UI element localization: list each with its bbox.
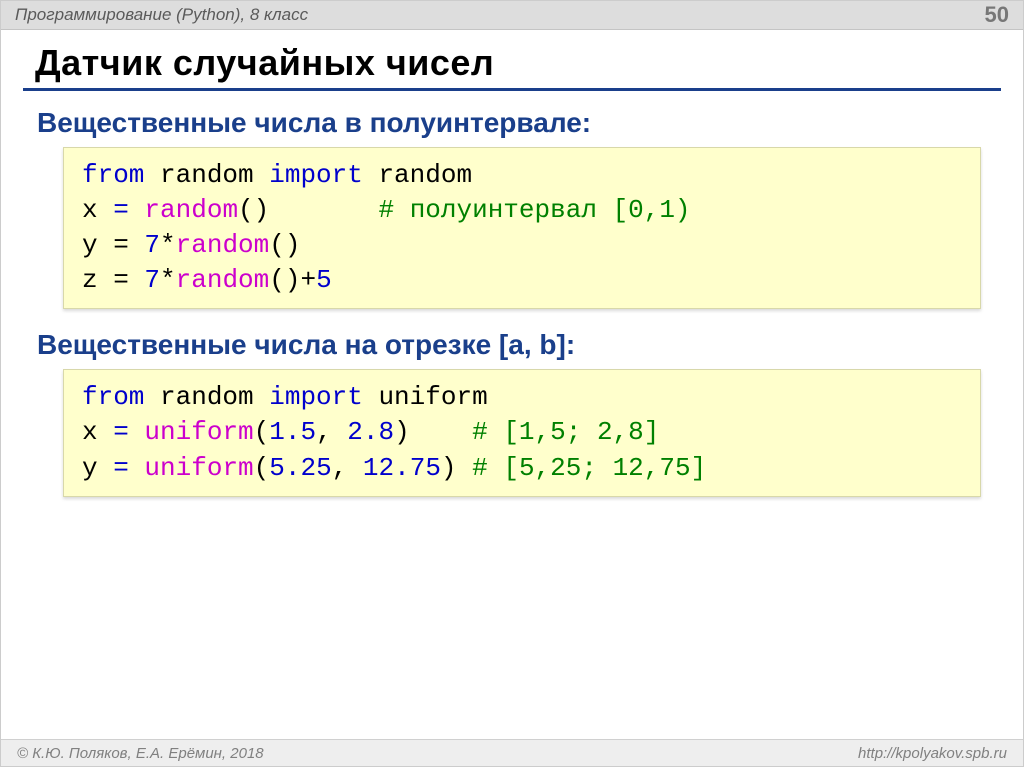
code-token: random	[160, 160, 269, 190]
code-token: uniform	[378, 382, 487, 412]
course-label: Программирование (Python), 8 класс	[15, 5, 308, 25]
code-token: 2.8	[347, 417, 394, 447]
code-token: random	[129, 195, 238, 225]
footer-url: http://kpolyakov.spb.ru	[858, 745, 1007, 762]
code-token: 12.75	[363, 453, 441, 483]
slide-body: Вещественные числа в полуинтервале: from…	[1, 101, 1023, 739]
code-token: 7	[144, 265, 160, 295]
code-token: x	[82, 195, 113, 225]
code-token: 5	[316, 265, 332, 295]
code-token: 5.25	[269, 453, 331, 483]
code-block-2: from random import uniform x = uniform(1…	[63, 369, 981, 496]
code-token: *	[160, 230, 176, 260]
code-token: random	[176, 230, 270, 260]
code-token: # [1,5; 2,8]	[472, 417, 659, 447]
section2-heading: Вещественные числа на отрезке [a, b]:	[37, 329, 1001, 361]
code-token: 7	[144, 230, 160, 260]
code-token: z =	[82, 265, 144, 295]
title-underline	[23, 88, 1001, 91]
code-token: import	[269, 382, 378, 412]
code-token: =	[113, 195, 129, 225]
code-token: from	[82, 382, 160, 412]
code-token: uniform	[129, 453, 254, 483]
code-token: from	[82, 160, 160, 190]
code-token: (	[254, 453, 270, 483]
top-bar: Программирование (Python), 8 класс 50	[1, 1, 1023, 30]
code-block-1: from random import random x = random() #…	[63, 147, 981, 309]
code-token: y	[82, 453, 113, 483]
code-token: ()	[238, 195, 378, 225]
code-token: ,	[316, 417, 347, 447]
code-token: )	[441, 453, 472, 483]
code-token: =	[113, 417, 129, 447]
code-token: 1.5	[269, 417, 316, 447]
footer-bar: © К.Ю. Поляков, Е.А. Ерёмин, 2018 http:/…	[1, 739, 1023, 766]
code-token: *	[160, 265, 176, 295]
code-token: uniform	[129, 417, 254, 447]
code-token: )	[394, 417, 472, 447]
code-token: random	[160, 382, 269, 412]
code-token: ()	[269, 230, 300, 260]
code-token: # [5,25; 12,75]	[472, 453, 706, 483]
page-number: 50	[985, 2, 1009, 28]
code-token: y =	[82, 230, 144, 260]
code-token: ()	[269, 265, 300, 295]
slide-title: Датчик случайных чисел	[1, 30, 1023, 88]
slide: Программирование (Python), 8 класс 50 Да…	[0, 0, 1024, 767]
section1-heading: Вещественные числа в полуинтервале:	[37, 107, 1001, 139]
code-token: (	[254, 417, 270, 447]
code-token: x	[82, 417, 113, 447]
code-token: random	[176, 265, 270, 295]
code-token: # полуинтервал [0,1)	[378, 195, 690, 225]
footer-copyright: © К.Ю. Поляков, Е.А. Ерёмин, 2018	[17, 745, 264, 762]
code-token: =	[113, 453, 129, 483]
code-token: import	[269, 160, 378, 190]
code-token: ,	[332, 453, 363, 483]
code-token: random	[378, 160, 472, 190]
code-token: +	[300, 265, 316, 295]
